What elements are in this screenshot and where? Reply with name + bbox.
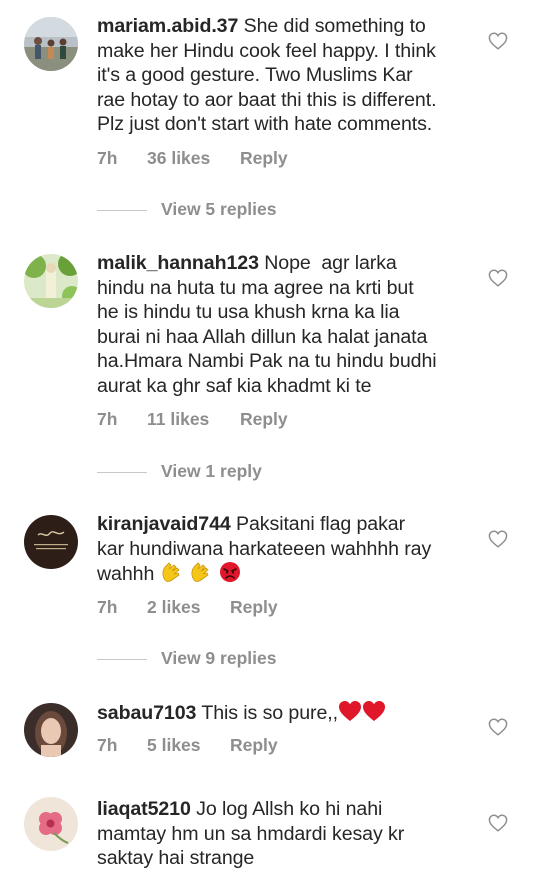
comment-line: Jo log Allsh ko hi nahi bbox=[196, 798, 383, 820]
comment-line: it's a good gesture. Two Muslims Kar bbox=[97, 64, 413, 86]
reply-button[interactable]: Reply bbox=[240, 148, 288, 169]
comment-line: ha.Hmara Nambi Pak na tu hindu budhi bbox=[97, 350, 437, 372]
timestamp: 7h bbox=[97, 409, 118, 429]
reply-button[interactable]: Reply bbox=[230, 597, 278, 618]
comment-body: mariam.abid.37 She did something to make… bbox=[97, 14, 475, 137]
comment-line: hindu na huta tu ma agree na krti but bbox=[97, 276, 414, 299]
comment-line: aurat ka ghr saf kia khadmt ki te bbox=[97, 374, 372, 397]
like-button[interactable] bbox=[488, 32, 508, 50]
comment-text: malik_hannah123 Nope agr larka hindu na … bbox=[97, 251, 475, 398]
view-replies-label: View 5 replies bbox=[161, 199, 277, 219]
avatar[interactable] bbox=[24, 797, 78, 851]
family-photo-avatar-icon bbox=[24, 17, 78, 71]
comment-line: saktay hai strange bbox=[97, 847, 255, 869]
username-link[interactable]: malik_hannah123 bbox=[97, 252, 259, 274]
avatar[interactable] bbox=[24, 703, 78, 757]
username-link[interactable]: sabau7103 bbox=[97, 702, 196, 724]
timestamp: 7h bbox=[97, 148, 118, 168]
clapping-hands-icon bbox=[189, 561, 213, 590]
comment-line: She did something to bbox=[243, 15, 426, 37]
comment-text: mariam.abid.37 She did something to make… bbox=[97, 14, 475, 137]
comments-list: mariam.abid.37 She did something to make… bbox=[0, 0, 540, 873]
heart-outline-icon bbox=[488, 269, 508, 287]
likes-count[interactable]: 11 likes bbox=[147, 409, 209, 430]
portrait-photo-avatar-icon bbox=[24, 703, 78, 757]
heart-outline-icon bbox=[488, 530, 508, 548]
red-heart-icon bbox=[362, 700, 386, 729]
flower-photo-avatar-icon bbox=[24, 797, 78, 851]
likes-count[interactable]: 36 likes bbox=[147, 148, 210, 169]
comment-line: mamtay hm un sa hmdardi kesay kr bbox=[97, 822, 405, 845]
username-link[interactable]: kiranjavaid744 bbox=[97, 513, 231, 535]
replies-divider bbox=[97, 210, 147, 211]
comment-line: Paksitani flag pakar bbox=[236, 513, 406, 535]
comment-line: Plz just don't start with hate comments. bbox=[97, 113, 433, 135]
comment-text: liaqat5210 Jo log Allsh ko hi nahi mamta… bbox=[97, 797, 475, 871]
heart-outline-icon bbox=[488, 32, 508, 50]
avatar[interactable] bbox=[24, 254, 78, 308]
clapping-hands-icon bbox=[160, 561, 184, 590]
garden-photo-avatar-icon bbox=[24, 254, 78, 308]
view-replies-label: View 1 reply bbox=[161, 461, 262, 481]
comment-line: Nope agr larka bbox=[264, 252, 397, 274]
red-heart-icon bbox=[338, 700, 362, 729]
comment-line: wahhh bbox=[97, 563, 155, 585]
angry-face-icon bbox=[218, 561, 242, 590]
username-link[interactable]: mariam.abid.37 bbox=[97, 15, 238, 37]
like-button[interactable] bbox=[488, 530, 508, 548]
comment-line: kar hundiwana harkateeen wahhhh ray bbox=[97, 537, 432, 560]
likes-count[interactable]: 2 likes bbox=[147, 597, 201, 618]
like-button[interactable] bbox=[488, 814, 508, 832]
comment-line: burai ni haa Allah dillun ka halat janat… bbox=[97, 325, 428, 348]
comment-body: kiranjavaid744 Paksitani flag pakar kar … bbox=[97, 512, 475, 590]
comment-text: kiranjavaid744 Paksitani flag pakar kar … bbox=[97, 512, 475, 590]
comment-line: This is so pure,, bbox=[201, 702, 338, 724]
view-replies-label: View 9 replies bbox=[161, 648, 277, 668]
replies-divider bbox=[97, 659, 147, 660]
comment-body: liaqat5210 Jo log Allsh ko hi nahi mamta… bbox=[97, 797, 475, 871]
calligraphy-avatar-icon bbox=[24, 515, 78, 569]
avatar[interactable] bbox=[24, 515, 78, 569]
reply-button[interactable]: Reply bbox=[240, 409, 288, 430]
username-link[interactable]: liaqat5210 bbox=[97, 798, 191, 820]
heart-outline-icon bbox=[488, 814, 508, 832]
replies-divider bbox=[97, 472, 147, 473]
timestamp: 7h bbox=[97, 735, 118, 755]
comment-body: sabau7103 This is so pure,, bbox=[97, 700, 475, 729]
likes-count[interactable]: 5 likes bbox=[147, 735, 201, 756]
heart-outline-icon bbox=[488, 718, 508, 736]
avatar[interactable] bbox=[24, 17, 78, 71]
like-button[interactable] bbox=[488, 269, 508, 287]
comment-line: he is hindu tu usa khush krna ka lia bbox=[97, 301, 400, 323]
comment-body: malik_hannah123 Nope agr larka hindu na … bbox=[97, 251, 475, 398]
timestamp: 7h bbox=[97, 597, 118, 617]
comment-text: sabau7103 This is so pure,, bbox=[97, 700, 475, 729]
comment-line: make her Hindu cook feel happy. I think bbox=[97, 39, 436, 62]
comment-line: rae hotay to aor baat thi this is differ… bbox=[97, 88, 437, 111]
reply-button[interactable]: Reply bbox=[230, 735, 278, 756]
like-button[interactable] bbox=[488, 718, 508, 736]
